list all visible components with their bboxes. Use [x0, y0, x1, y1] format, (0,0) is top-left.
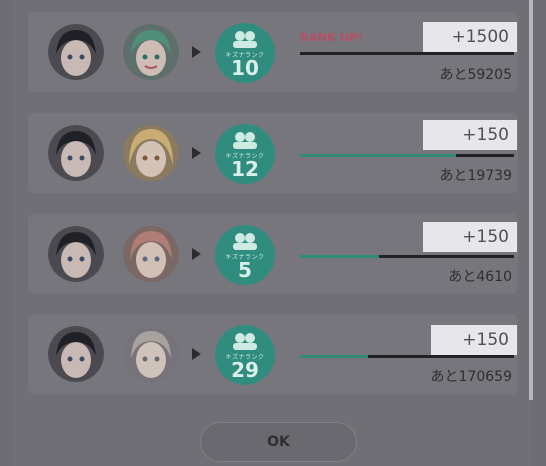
avatar-blonde-hair	[123, 125, 179, 181]
avatar-green-hair	[123, 24, 179, 80]
avatar-pink-hair	[123, 226, 179, 282]
people-icon	[233, 233, 257, 250]
avatar-dark-hair	[48, 326, 104, 382]
progress-fill	[300, 355, 369, 358]
scrollbar[interactable]	[529, 0, 533, 400]
bond-row: キズナランク 5 +150 あと4610	[28, 214, 518, 294]
remaining-points: あと4610	[448, 269, 512, 285]
people-icon	[233, 31, 257, 48]
arrow-right-icon	[192, 348, 201, 360]
progress-bar	[300, 154, 514, 157]
progress-bar	[300, 255, 514, 258]
arrow-right-icon	[192, 248, 201, 260]
rank-number: 29	[231, 358, 259, 382]
bond-row: キズナランク 29 +150 あと170659	[28, 314, 518, 394]
people-icon	[233, 333, 257, 350]
gain-value: +1500	[423, 22, 517, 52]
remaining-points: あと19739	[439, 168, 512, 184]
avatar-dark-hair	[48, 226, 104, 282]
arrow-right-icon	[192, 46, 201, 58]
progress-fill	[300, 255, 380, 258]
remaining-points: あと170659	[430, 369, 512, 385]
rank-number: 12	[231, 157, 259, 181]
people-icon	[233, 132, 257, 149]
progress-bar	[300, 52, 514, 55]
rank-up-label: RANK UP!	[300, 31, 363, 44]
gain-value: +150	[423, 222, 517, 252]
progress-bar	[300, 355, 514, 358]
gain-value: +150	[431, 325, 517, 355]
ok-button[interactable]: OK	[200, 422, 357, 462]
progress-fill	[300, 154, 457, 157]
avatar-dark-hair	[48, 125, 104, 181]
bond-row: キズナランク 12 +150 あと19739	[28, 113, 518, 193]
rank-number: 10	[231, 56, 259, 80]
arrow-right-icon	[192, 147, 201, 159]
rank-badge: キズナランク 29	[215, 325, 275, 385]
rank-number: 5	[238, 258, 252, 282]
gain-value: +150	[423, 120, 517, 150]
bond-row: キズナランク 10 RANK UP! +1500 あと59205	[28, 12, 518, 92]
rank-badge: キズナランク 12	[215, 124, 275, 184]
rank-badge: キズナランク 10	[215, 23, 275, 83]
remaining-points: あと59205	[439, 67, 512, 83]
avatar-silver-hair	[123, 326, 179, 382]
avatar-dark-hair	[48, 24, 104, 80]
rank-badge: キズナランク 5	[215, 225, 275, 285]
